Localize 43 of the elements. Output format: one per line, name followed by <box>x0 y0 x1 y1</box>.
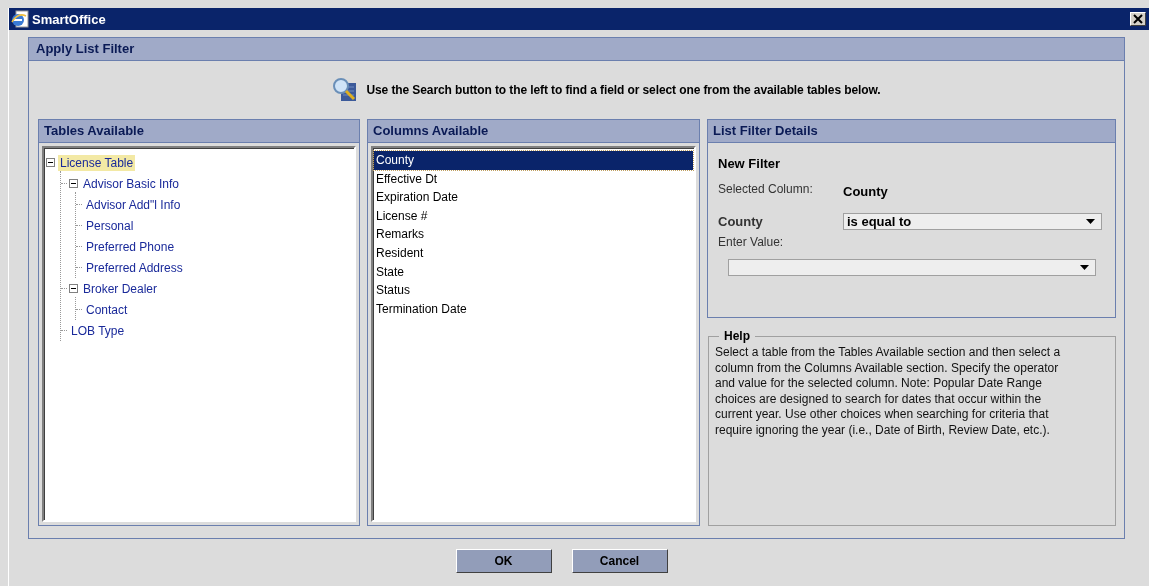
list-item[interactable]: Resident <box>374 243 693 263</box>
list-item[interactable]: State <box>374 262 693 282</box>
close-icon <box>1133 14 1143 24</box>
operator-dropdown[interactable]: is equal to <box>843 213 1102 230</box>
collapse-icon[interactable] <box>46 158 55 167</box>
window-title: SmartOffice <box>32 11 107 27</box>
tree-item[interactable]: Preferred Address <box>84 259 185 276</box>
tree-item[interactable]: License Table <box>58 154 136 171</box>
help-text: Select a table from the Tables Available section and then select a column from the Columns Available section. Specify the operator and value for the selected column. Note: Popular Date Range choices are designed to search for dates that occur within the current year. Use other choices when searching for criteria that require ignoring the year (i.e., Date of Birth, Review Date, etc.). <box>715 345 1062 438</box>
field-value: County <box>843 184 888 199</box>
close-button[interactable] <box>1130 12 1146 26</box>
tree-item[interactable]: Contact <box>84 301 130 318</box>
list-item[interactable]: Remarks <box>374 225 693 244</box>
dropdown-arrow-icon <box>1080 265 1089 270</box>
list-item[interactable]: Effective Dt <box>374 169 693 189</box>
dropdown-arrow-icon <box>1086 219 1095 224</box>
search-icon[interactable] <box>332 77 359 103</box>
ok-button[interactable]: OK <box>455 549 552 573</box>
tree-item[interactable]: Advisor Add"l Info <box>84 196 183 213</box>
list-item[interactable]: License # <box>374 206 693 226</box>
panel-title: Tables Available <box>39 120 359 143</box>
tree-item[interactable]: Preferred Phone <box>84 238 177 255</box>
panel-title: List Filter Details <box>708 120 1115 143</box>
tree-item[interactable]: Advisor Basic Info <box>81 175 182 192</box>
tree-item[interactable]: Broker Dealer <box>81 280 160 297</box>
app-icon <box>11 10 29 28</box>
field-label: County <box>718 214 764 229</box>
collapse-icon[interactable] <box>69 179 78 188</box>
field-label: Selected Column: <box>718 181 814 196</box>
list-item[interactable]: Termination Date <box>374 299 693 319</box>
tree-item[interactable]: Personal <box>84 217 136 234</box>
list-item[interactable]: County <box>374 151 693 170</box>
section-heading: New Filter <box>718 156 782 171</box>
collapse-icon[interactable] <box>69 284 78 293</box>
panel-title: Columns Available <box>368 120 699 143</box>
cancel-button[interactable]: Cancel <box>571 549 668 573</box>
help-title: Help <box>719 329 755 343</box>
list-item[interactable]: Expiration Date <box>374 188 693 207</box>
list-item[interactable]: Status <box>374 281 693 300</box>
instruction-text: Use the Search button to the left to find a field or select one from the available tables below. <box>366 83 881 97</box>
tree-item[interactable]: LOB Type <box>69 322 127 339</box>
field-label: Enter Value: <box>718 235 785 249</box>
panel-title: Apply List Filter <box>29 38 1124 61</box>
